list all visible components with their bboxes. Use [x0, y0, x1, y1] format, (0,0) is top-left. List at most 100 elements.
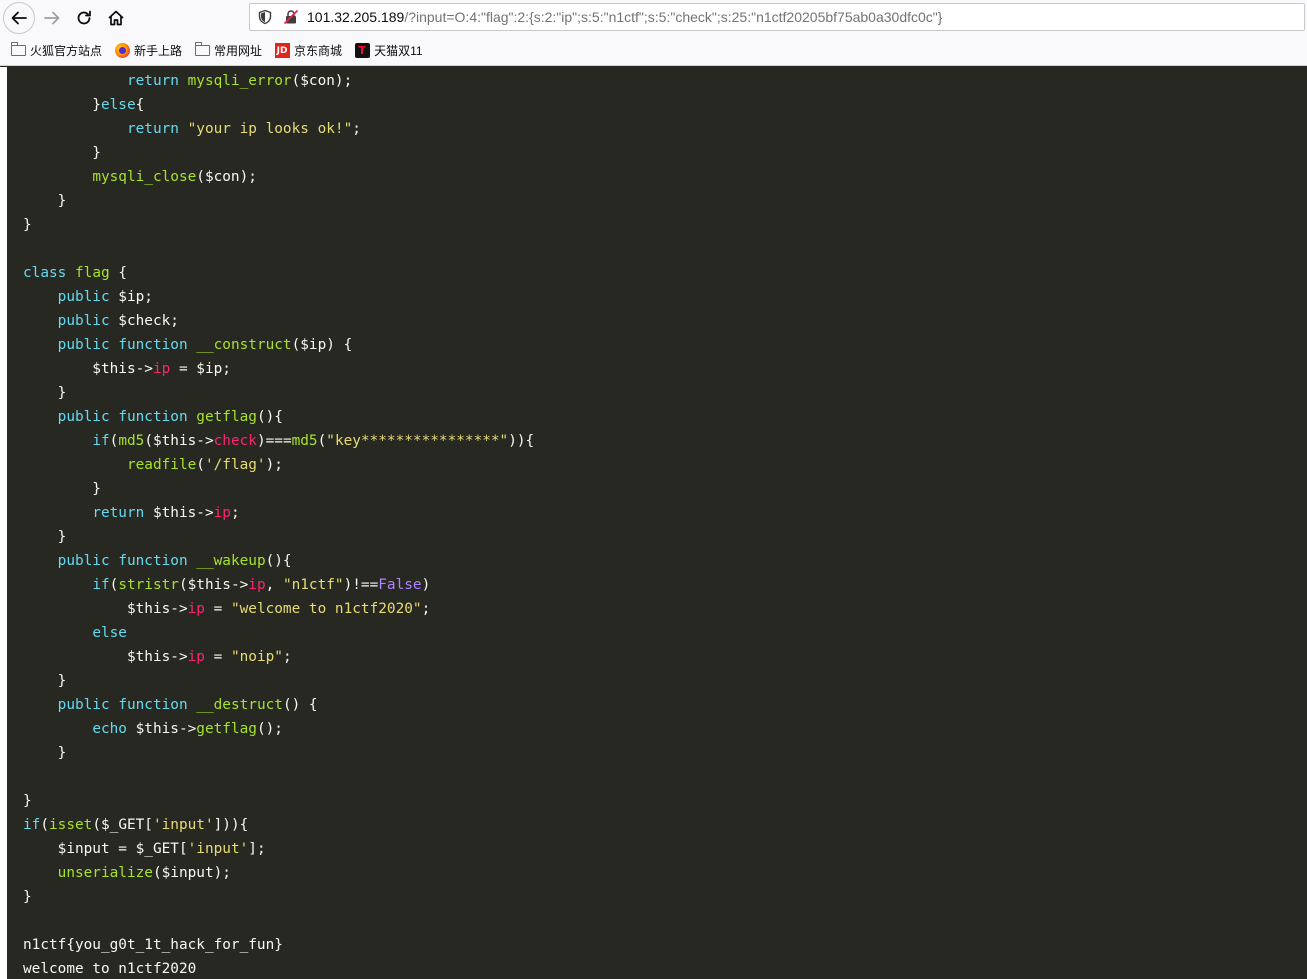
code-token: (){	[256, 409, 283, 425]
code-token: =	[204, 601, 231, 617]
code-token: }	[23, 385, 67, 401]
code-line: }	[23, 741, 534, 765]
insecure-lock-icon[interactable]	[283, 9, 299, 25]
code-token: unserialize	[57, 865, 153, 881]
shield-icon[interactable]	[257, 9, 273, 25]
code-token: "noip"	[230, 649, 283, 665]
code-token: ];	[248, 841, 266, 857]
code-line: n1ctf{you_g0t_1t_hack_for_fun}	[23, 933, 534, 957]
reload-button[interactable]	[68, 2, 100, 34]
code-line: $this->ip = $ip;	[23, 357, 534, 381]
bookmark-tmall[interactable]: T 天猫双11	[354, 42, 423, 59]
code-line: public function getflag(){	[23, 405, 534, 429]
code-token: public	[57, 553, 110, 569]
code-line: }	[23, 141, 534, 165]
code-token: public	[57, 337, 110, 353]
bookmark-jd[interactable]: JD 京东商城	[274, 42, 342, 59]
code-token: ();	[256, 721, 283, 737]
code-token: getflag	[196, 721, 257, 737]
code-line: if(stristr($this->ip, "n1ctf")!==False)	[23, 573, 534, 597]
code-token: }	[23, 193, 67, 209]
code-line: public function __wakeup(){	[23, 549, 534, 573]
code-token: }	[23, 217, 32, 233]
code-token: $this->	[126, 721, 197, 737]
code-token: ($ip) {	[291, 337, 353, 353]
code-token: }	[23, 673, 67, 689]
code-line: if(md5($this->check)===md5("key*********…	[23, 429, 534, 453]
code-line: public function __destruct() {	[23, 693, 534, 717]
code-token: (	[40, 817, 49, 833]
code-token: ip	[187, 649, 205, 665]
code-line: else	[23, 621, 534, 645]
code-token: md5	[291, 433, 318, 449]
source-code-listing: return mysqli_error($con); }else{ return…	[23, 69, 534, 979]
code-token: 'input'	[187, 841, 249, 857]
code-line: }	[23, 669, 534, 693]
bookmark-common-sites[interactable]: 常用网址	[194, 42, 262, 59]
tmall-icon: T	[354, 43, 370, 59]
code-token: return	[92, 505, 145, 521]
code-token: }	[23, 145, 101, 161]
code-token: ip	[248, 577, 266, 593]
code-token: (	[196, 457, 205, 473]
code-token: __construct	[196, 337, 292, 353]
code-token: n1ctf{you_g0t_1t_hack_for_fun}	[23, 937, 283, 953]
code-token: function	[118, 697, 188, 713]
home-icon	[107, 9, 125, 27]
code-line: }	[23, 213, 534, 237]
code-token: return	[126, 73, 179, 89]
firefox-icon	[114, 43, 130, 59]
code-token: $this->	[144, 505, 214, 521]
bookmark-label: 京东商城	[294, 44, 343, 58]
bookmark-getting-started[interactable]: 新手上路	[114, 42, 182, 59]
code-token: {	[109, 265, 127, 281]
code-line: class flag {	[23, 261, 534, 285]
code-line: if(isset($_GET['input'])){	[23, 813, 534, 837]
url-bar[interactable]: 101.32.205.189/?input=O:4:"flag":2:{s:2:…	[249, 3, 1305, 31]
code-token: return	[126, 121, 179, 137]
forward-button[interactable]	[36, 2, 68, 34]
code-token: ;	[352, 121, 361, 137]
code-line: public function __construct($ip) {	[23, 333, 534, 357]
browser-toolbar: 101.32.205.189/?input=O:4:"flag":2:{s:2:…	[0, 0, 1307, 36]
code-line: }	[23, 189, 534, 213]
back-arrow-icon	[10, 9, 28, 27]
code-token: }	[23, 529, 67, 545]
bookmarks-toolbar: 火狐官方站点 新手上路 常用网址 JD 京东商城 T 天猫双11	[0, 36, 1307, 66]
code-token: ip	[187, 601, 205, 617]
code-token: function	[118, 553, 188, 569]
code-token: ($con);	[291, 73, 353, 89]
back-button[interactable]	[3, 2, 35, 34]
url-path: /?input=O:4:"flag":2:{s:2:"ip";s:5:"n1ct…	[404, 9, 943, 25]
code-token: '/flag'	[204, 457, 266, 473]
folder-icon	[194, 42, 210, 59]
code-line: return $this->ip;	[23, 501, 534, 525]
code-token: readfile	[126, 457, 197, 473]
code-token: $input = $_GET[	[23, 841, 188, 857]
home-button[interactable]	[100, 2, 132, 34]
code-token: ($this->	[178, 577, 249, 593]
code-token: )){	[508, 433, 535, 449]
bookmark-firefox-official[interactable]: 火狐官方站点	[10, 42, 102, 59]
code-token: function	[118, 337, 188, 353]
code-token: (	[109, 577, 119, 593]
code-token: ,	[265, 577, 283, 593]
code-token: $ip;	[109, 289, 153, 305]
code-token: ($input);	[152, 865, 231, 881]
url-text[interactable]: 101.32.205.189/?input=O:4:"flag":2:{s:2:…	[307, 9, 942, 25]
code-token: )	[421, 577, 431, 593]
code-line: ​	[23, 237, 534, 261]
code-token: ($con);	[196, 169, 257, 185]
